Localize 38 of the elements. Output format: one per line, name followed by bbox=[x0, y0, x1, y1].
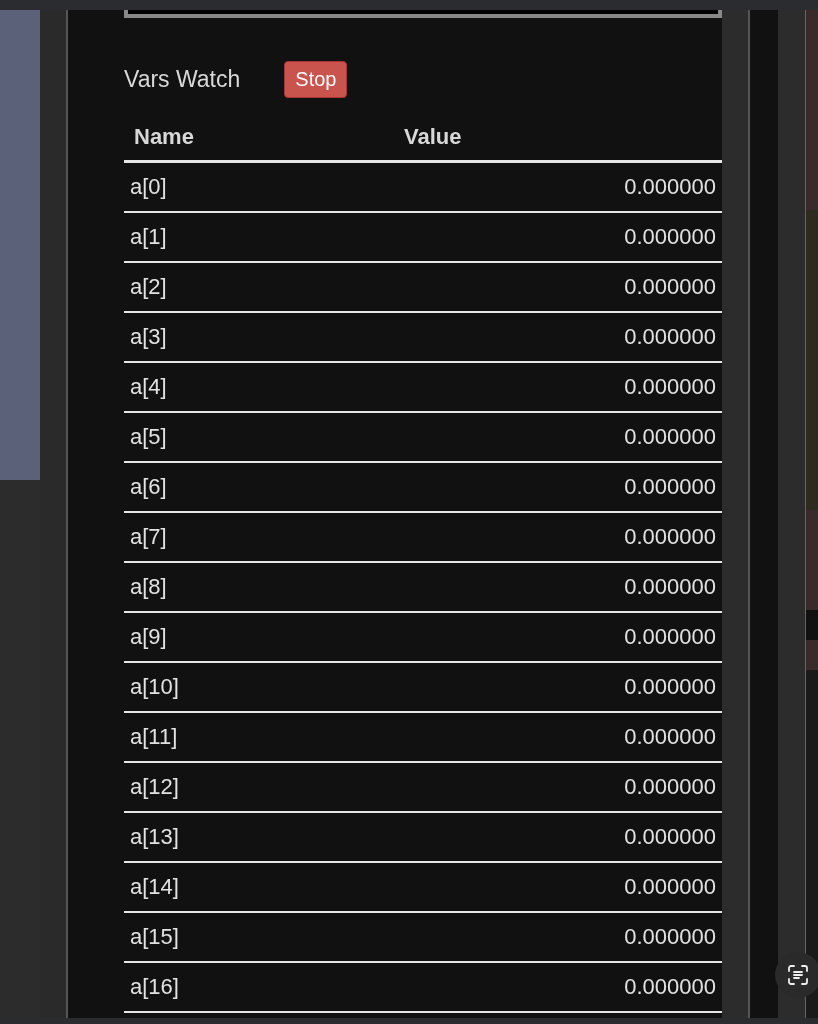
variable-value: 0.000000 bbox=[624, 924, 716, 950]
variable-value: 0.000000 bbox=[624, 674, 716, 700]
variable-value: 0.000000 bbox=[624, 874, 716, 900]
variable-name: a[1] bbox=[130, 224, 167, 250]
variable-value: 0.000000 bbox=[624, 774, 716, 800]
variable-value: 0.000000 bbox=[624, 474, 716, 500]
variable-name: a[4] bbox=[130, 374, 167, 400]
column-header: Name bbox=[133, 124, 195, 150]
variable-value: 0.000000 bbox=[624, 974, 716, 1000]
column-header: Value bbox=[404, 124, 462, 150]
variable-name: a[9] bbox=[130, 624, 167, 650]
variable-value: 0.000000 bbox=[624, 424, 716, 450]
variable-name: a[14] bbox=[130, 874, 179, 900]
variable-value: 0.000000 bbox=[624, 174, 716, 200]
variable-name: a[6] bbox=[130, 474, 167, 500]
variable-value: 0.000000 bbox=[624, 224, 716, 250]
variable-name: a[16] bbox=[130, 974, 179, 1000]
variable-name: a[7] bbox=[130, 524, 167, 550]
variable-value: 0.000000 bbox=[624, 374, 716, 400]
panel-title: Vars Watch bbox=[124, 65, 241, 93]
variable-name: a[15] bbox=[130, 924, 179, 950]
variable-value: 0.000000 bbox=[624, 824, 716, 850]
variable-name: a[2] bbox=[130, 274, 167, 300]
stop-button[interactable]: Stop bbox=[284, 60, 348, 98]
variable-name: a[12] bbox=[130, 774, 179, 800]
variable-value: 0.000000 bbox=[624, 524, 716, 550]
variable-value: 0.000000 bbox=[624, 624, 716, 650]
variable-name: a[8] bbox=[130, 574, 167, 600]
variable-name: a[10] bbox=[130, 674, 179, 700]
variable-name: a[13] bbox=[130, 824, 179, 850]
variable-name: a[0] bbox=[130, 174, 167, 200]
variable-value: 0.000000 bbox=[624, 724, 716, 750]
variable-name: a[3] bbox=[130, 324, 167, 350]
variable-name: a[5] bbox=[130, 424, 167, 450]
variable-value: 0.000000 bbox=[624, 324, 716, 350]
variable-value: 0.000000 bbox=[624, 274, 716, 300]
variable-value: 0.000000 bbox=[624, 574, 716, 600]
variable-name: a[11] bbox=[130, 724, 178, 750]
